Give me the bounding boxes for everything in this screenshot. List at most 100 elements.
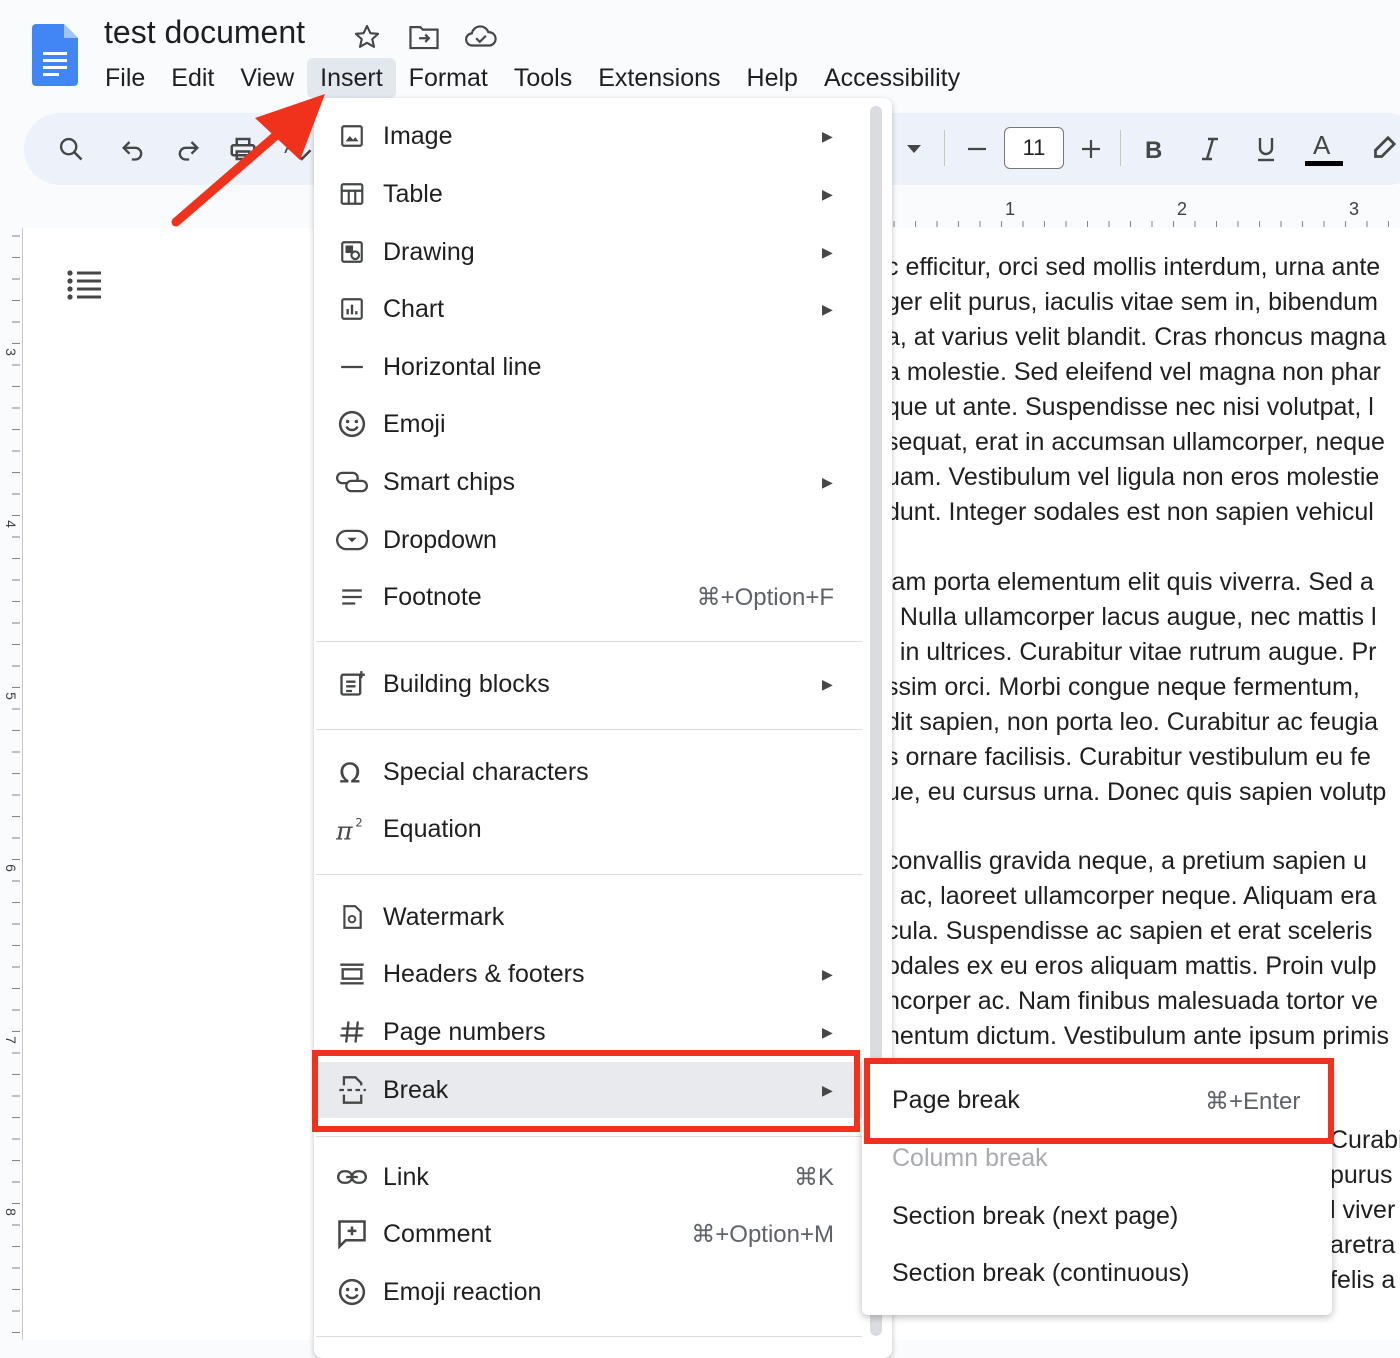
menu-item-label: Footnote xyxy=(383,582,482,611)
menu-help[interactable]: Help xyxy=(734,58,811,98)
bold-icon[interactable]: B xyxy=(1138,128,1170,170)
section-break-continuous-item[interactable]: Section break (continuous) xyxy=(892,1259,1189,1288)
equation-icon: π2 xyxy=(336,813,368,845)
emoji-reaction-icon xyxy=(336,1276,368,1308)
document-line: purus xyxy=(1330,1161,1393,1189)
ruler-label: 3 xyxy=(3,348,19,356)
menu-item-shortcut: ⌘+Option+M xyxy=(691,1220,834,1248)
menu-item-label: Page numbers xyxy=(383,1017,546,1046)
dropdown-caret-icon[interactable] xyxy=(902,128,926,170)
svg-text:A: A xyxy=(1313,130,1331,160)
menu-item-label: Dropdown xyxy=(383,525,497,554)
menu-item-emoji[interactable]: Emoji xyxy=(314,396,864,452)
menu-item-building-blocks[interactable]: Building blocks ▶ xyxy=(314,656,864,712)
document-line: . ac, laoreet ullamcorper neque. Aliquam… xyxy=(886,882,1377,910)
menu-item-label: Chart xyxy=(383,294,445,323)
menu-item-drawing[interactable]: Drawing ▶ xyxy=(314,224,864,280)
headers-footers-icon xyxy=(336,958,368,990)
document-line: . in ultrices. Curabitur vitae rutrum au… xyxy=(886,638,1377,666)
menu-format[interactable]: Format xyxy=(396,58,501,98)
submenu-arrow-icon: ▶ xyxy=(822,473,833,490)
decrease-font-size-icon[interactable] xyxy=(962,128,992,170)
highlight-icon[interactable] xyxy=(1366,128,1400,170)
document-line: c efficitur, orci sed mollis interdum, u… xyxy=(886,253,1381,281)
menu-item-emoji-reaction[interactable]: Emoji reaction xyxy=(314,1264,864,1320)
font-size-input[interactable]: 11 xyxy=(1004,127,1064,169)
submenu-arrow-icon: ▶ xyxy=(822,243,833,260)
menu-item-table[interactable]: Table ▶ xyxy=(314,166,864,222)
ruler-label: 2 xyxy=(1177,199,1187,219)
italic-icon[interactable] xyxy=(1194,128,1226,170)
document-line: iam porta elementum elit quis viverra. S… xyxy=(886,568,1374,596)
menu-item-label: Headers & footers xyxy=(383,959,585,988)
document-paragraph: iam porta elementum elit quis viverra. S… xyxy=(886,565,1400,810)
building-blocks-icon xyxy=(336,668,368,700)
menu-item-smart-chips[interactable]: Smart chips ▶ xyxy=(314,454,864,510)
menu-item-special-characters[interactable]: Ω Special characters xyxy=(314,744,864,800)
underline-icon[interactable] xyxy=(1250,128,1282,170)
menu-accessibility[interactable]: Accessibility xyxy=(811,58,973,98)
menu-item-watermark[interactable]: Watermark xyxy=(314,889,864,945)
document-line: nentum dictum. Vestibulum ante ipsum pri… xyxy=(886,1022,1389,1050)
menu-item-headers-footers[interactable]: Headers & footers ▶ xyxy=(314,946,864,1002)
document-line: ue, eu cursus urna. Donec quis sapien vo… xyxy=(886,778,1387,806)
menu-extensions[interactable]: Extensions xyxy=(585,58,733,98)
submenu-arrow-icon: ▶ xyxy=(822,1023,833,1040)
document-line: convallis gravida neque, a pretium sapie… xyxy=(886,847,1367,875)
text-color-icon[interactable]: A xyxy=(1303,128,1345,170)
section-break-next-page-item[interactable]: Section break (next page) xyxy=(892,1202,1178,1231)
menu-item-label: Equation xyxy=(383,814,482,843)
break-highlight-box xyxy=(312,1050,860,1132)
menu-item-horizontal-line[interactable]: Horizontal line xyxy=(314,339,864,395)
increase-font-size-icon[interactable] xyxy=(1076,128,1106,170)
document-line: felis a xyxy=(1330,1266,1396,1294)
hash-icon xyxy=(336,1016,368,1048)
submenu-arrow-icon: ▶ xyxy=(822,185,833,202)
toolbar-divider xyxy=(944,130,945,166)
menu-item-label: Smart chips xyxy=(383,467,515,496)
undo-icon[interactable] xyxy=(116,128,150,170)
menu-item-shortcut: ⌘K xyxy=(793,1163,834,1191)
search-icon[interactable] xyxy=(54,128,88,170)
document-line: s ornare facilisis. Curabitur vestibulum… xyxy=(886,743,1371,771)
menu-divider xyxy=(316,874,862,875)
move-folder-icon[interactable] xyxy=(407,20,441,54)
menu-item-label: Emoji xyxy=(383,409,446,438)
menu-tools[interactable]: Tools xyxy=(501,58,585,98)
watermark-icon xyxy=(336,901,368,933)
submenu-arrow-icon: ▶ xyxy=(822,675,833,692)
document-paragraph: c efficitur, orci sed mollis interdum, u… xyxy=(886,250,1400,530)
document-line: aretra xyxy=(1330,1231,1396,1259)
menu-divider xyxy=(316,1136,862,1137)
menu-item-label: Table xyxy=(383,179,443,208)
document-line: ssim orci. Morbi congue neque fermentum, xyxy=(886,673,1360,701)
document-outline-icon[interactable] xyxy=(66,268,102,302)
document-title[interactable]: test document xyxy=(104,14,305,51)
menu-item-comment[interactable]: Comment ⌘+Option+M xyxy=(314,1206,864,1262)
menu-item-image[interactable]: Image ▶ xyxy=(314,108,864,164)
document-line: cula. Suspendisse ac sapien et erat scel… xyxy=(886,917,1373,945)
table-icon xyxy=(336,178,368,210)
menu-item-equation[interactable]: π 2 Equation xyxy=(314,801,864,857)
menu-file[interactable]: File xyxy=(92,58,158,98)
ruler-label: 6 xyxy=(3,864,19,872)
menu-item-dropdown[interactable]: Dropdown xyxy=(314,512,864,568)
menu-item-footnote[interactable]: Footnote ⌘+Option+F xyxy=(314,569,864,625)
menu-item-chart[interactable]: Chart ▶ xyxy=(314,281,864,337)
cloud-saved-icon[interactable] xyxy=(464,20,498,54)
smart-chips-icon xyxy=(336,466,368,498)
document-line: a, at varius velit blandit. Cras rhoncus… xyxy=(886,323,1387,351)
emoji-icon xyxy=(336,408,368,440)
docs-logo[interactable] xyxy=(32,24,78,86)
menu-item-label: Watermark xyxy=(383,902,505,931)
document-line: dunt. Integer sodales est non sapien veh… xyxy=(886,498,1374,526)
star-icon[interactable] xyxy=(350,20,384,54)
omega-icon: Ω xyxy=(336,756,368,788)
document-line: ger elit purus, iaculis vitae sem in, bi… xyxy=(886,288,1378,316)
menu-divider xyxy=(316,1336,862,1337)
menu-item-link[interactable]: Link ⌘K xyxy=(314,1149,864,1205)
menu-item-label: Emoji reaction xyxy=(383,1277,542,1306)
submenu-arrow-icon: ▶ xyxy=(822,127,833,144)
document-line: a molestie. Sed eleifend vel magna non p… xyxy=(886,358,1381,386)
link-icon xyxy=(336,1161,368,1193)
